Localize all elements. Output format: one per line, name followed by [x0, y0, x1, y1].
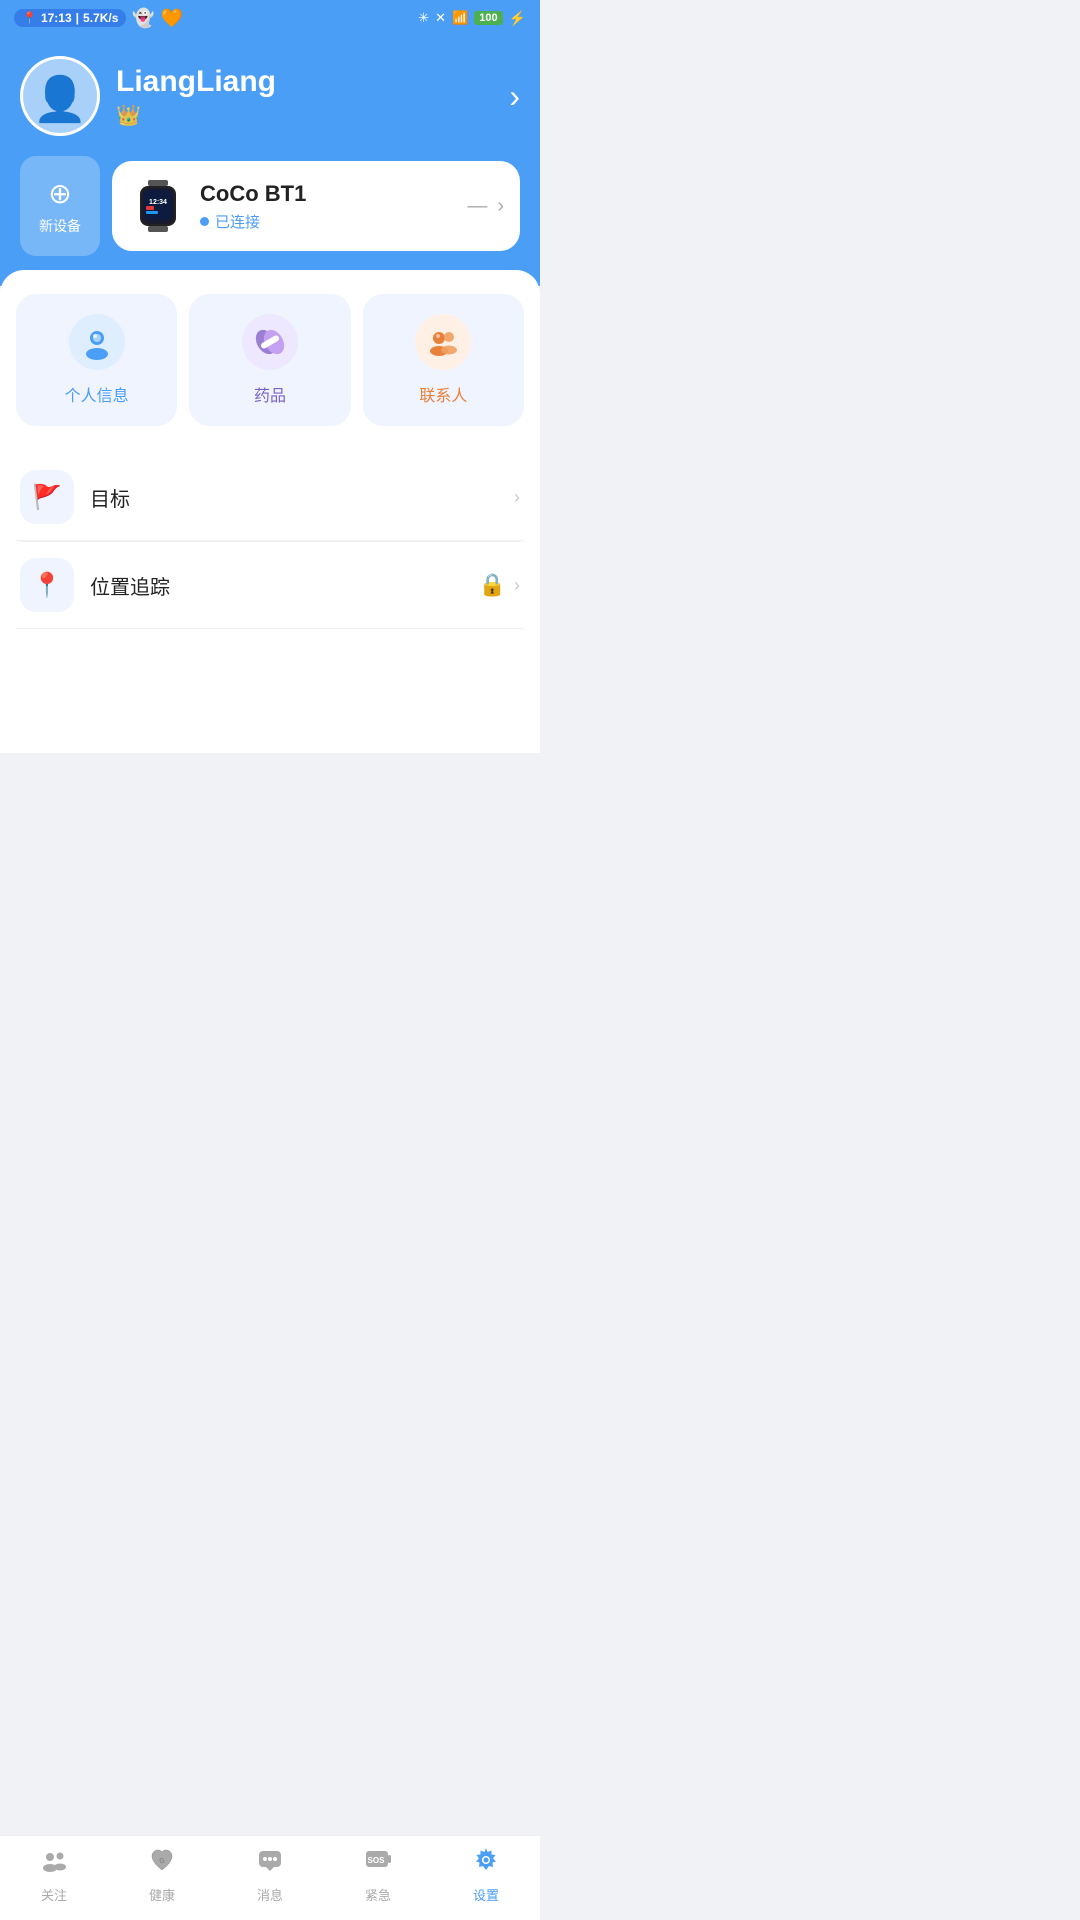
device-info: CoCo BT1 已连接: [200, 181, 455, 232]
profile-row: 👤 LiangLiang 👑 ›: [20, 56, 520, 136]
nav-settings-label: 设置: [473, 1885, 499, 1904]
add-device-icon: ⊕: [48, 177, 71, 210]
personal-info-icon-bg: [69, 314, 125, 370]
flag-icon: 🚩: [32, 483, 62, 512]
location-label: 位置追踪: [90, 571, 479, 600]
svg-text:SOS: SOS: [368, 1856, 386, 1865]
watch-icon: 12:34: [130, 178, 186, 234]
message-icon: [256, 1846, 284, 1881]
bluetooth-icon: ✳: [418, 10, 429, 26]
contacts-icon-bg: [415, 314, 471, 370]
status-separator: |: [76, 11, 79, 25]
medicine-icon-bg: [242, 314, 298, 370]
status-left: 📍 17:13 | 5.7K/s 👻 🧡: [14, 8, 183, 29]
device-chevron: ›: [497, 195, 504, 218]
feature-medicine-label: 药品: [254, 382, 286, 406]
status-time-pill: 📍 17:13 | 5.7K/s: [14, 9, 126, 27]
goal-icon-box: 🚩: [20, 470, 74, 524]
nav-item-emergency[interactable]: SOS 紧急: [343, 1846, 413, 1904]
personal-info-icon: [79, 324, 115, 360]
device-dash: —: [467, 195, 487, 218]
nav-item-settings[interactable]: 设置: [451, 1846, 521, 1904]
svg-text:G: G: [159, 1858, 165, 1865]
new-device-label: 新设备: [39, 216, 81, 236]
svg-text:12:34: 12:34: [149, 199, 167, 206]
avatar[interactable]: 👤: [20, 56, 100, 136]
medicine-icon: [252, 324, 288, 360]
feature-contacts[interactable]: 联系人: [363, 294, 524, 426]
location-icon: 📍: [22, 11, 37, 25]
nav-follow-label: 关注: [41, 1885, 67, 1904]
bottom-nav: 关注 G 健康 消息 SOS: [0, 1835, 540, 1920]
feature-personal-info-label: 个人信息: [65, 382, 129, 406]
nav-item-follow[interactable]: 关注: [19, 1846, 89, 1904]
nav-health-label: 健康: [149, 1885, 175, 1904]
settings-icon: [472, 1846, 500, 1881]
device-status-text: 已连接: [215, 211, 260, 232]
device-card-right: — ›: [467, 195, 504, 218]
username: LiangLiang: [116, 65, 276, 99]
avatar-icon: 👤: [33, 78, 88, 122]
close-icon: ✕: [435, 10, 446, 26]
status-time: 17:13: [41, 11, 72, 25]
status-speed: 5.7K/s: [83, 11, 118, 25]
lock-icon: 🔒: [479, 572, 506, 598]
goal-label: 目标: [90, 483, 514, 512]
nav-item-message[interactable]: 消息: [235, 1846, 305, 1904]
list-row-goal[interactable]: 🚩 目标 ›: [16, 454, 524, 541]
status-dot: [200, 217, 209, 226]
new-device-button[interactable]: ⊕ 新设备: [20, 156, 100, 256]
device-status: 已连接: [200, 211, 455, 232]
health-icon: G: [148, 1846, 176, 1881]
profile-info: LiangLiang 👑: [116, 65, 276, 128]
feature-contacts-label: 联系人: [419, 382, 467, 406]
contacts-icon: [425, 324, 461, 360]
device-watch-image: 12:34: [128, 176, 188, 236]
location-chevron: ›: [514, 575, 520, 596]
profile-chevron[interactable]: ›: [509, 78, 520, 115]
status-bar: 📍 17:13 | 5.7K/s 👻 🧡 ✳ ✕ 📶 100 ⚡: [0, 0, 540, 36]
goal-row-right: ›: [514, 487, 520, 508]
goal-chevron: ›: [514, 487, 520, 508]
follow-icon: [40, 1846, 68, 1881]
location-icon-box: 📍: [20, 558, 74, 612]
charging-icon: ⚡: [509, 10, 526, 27]
main-content: 个人信息 药品: [0, 270, 540, 753]
device-name: CoCo BT1: [200, 181, 455, 207]
wifi-icon: 📶: [452, 10, 468, 26]
location-row-right: 🔒 ›: [479, 572, 520, 598]
battery-indicator: 100: [474, 11, 502, 25]
heart-icon: 🧡: [161, 8, 183, 29]
header-section: 👤 LiangLiang 👑 › ⊕ 新设备 12: [0, 36, 540, 286]
nav-message-label: 消息: [257, 1885, 283, 1904]
feature-medicine[interactable]: 药品: [189, 294, 350, 426]
profile-left: 👤 LiangLiang 👑: [20, 56, 276, 136]
ghost-icon: 👻: [132, 8, 154, 29]
status-icons-right: ✳ ✕ 📶 100 ⚡: [418, 10, 526, 27]
feature-personal-info[interactable]: 个人信息: [16, 294, 177, 426]
device-row: ⊕ 新设备 12:34 CoCo BT1: [20, 156, 520, 256]
list-row-location[interactable]: 📍 位置追踪 🔒 ›: [16, 542, 524, 629]
nav-emergency-label: 紧急: [365, 1885, 391, 1904]
device-card[interactable]: 12:34 CoCo BT1 已连接 — ›: [112, 161, 520, 251]
location-pin-icon: 📍: [32, 571, 62, 600]
crown-icon: 👑: [116, 103, 276, 128]
emergency-icon: SOS: [364, 1846, 392, 1881]
nav-item-health[interactable]: G 健康: [127, 1846, 197, 1904]
feature-grid: 个人信息 药品: [16, 294, 524, 426]
